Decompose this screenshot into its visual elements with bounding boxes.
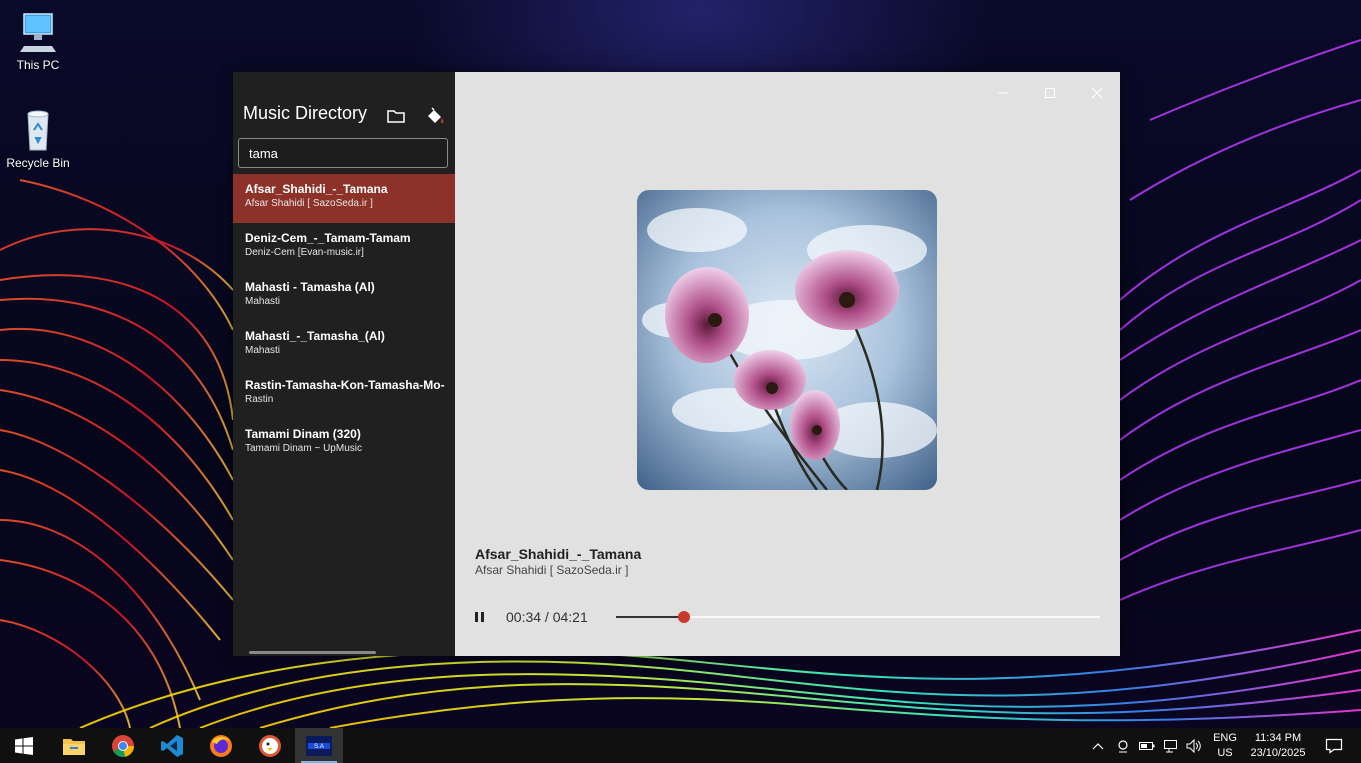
folder-icon bbox=[63, 738, 85, 755]
now-playing-panel: Afsar_Shahidi_-_Tamana Afsar Shahidi [ S… bbox=[455, 72, 1120, 656]
recycle-bin-icon bbox=[16, 108, 60, 152]
battery-icon bbox=[1139, 741, 1155, 750]
clock-time: 11:34 PM bbox=[1254, 732, 1302, 744]
music-directory-sidebar: Music Directory Afsar_Shahidi_-_Tamana A… bbox=[233, 72, 455, 656]
input-language-button[interactable]: ENG US bbox=[1206, 731, 1244, 761]
maximize-button[interactable] bbox=[1027, 78, 1073, 108]
song-artist: Mahasti bbox=[245, 296, 281, 307]
desktop-icon-this-pc[interactable]: This PC bbox=[0, 10, 76, 72]
song-list: Afsar_Shahidi_-_Tamana Afsar Shahidi [ S… bbox=[233, 174, 455, 468]
minimize-button[interactable] bbox=[980, 78, 1026, 108]
duckduckgo-icon bbox=[259, 734, 281, 757]
notification-icon bbox=[1325, 738, 1343, 754]
language-region: US bbox=[1217, 747, 1233, 759]
song-title: Tamami Dinam (320) bbox=[245, 427, 361, 441]
desktop-icon-recycle-bin[interactable]: Recycle Bin bbox=[0, 108, 76, 170]
song-list-item[interactable]: Rastin-Tamasha-Kon-Tamasha-Mo- Rastin bbox=[233, 370, 455, 419]
now-playing-title: Afsar_Shahidi_-_Tamana bbox=[475, 546, 642, 562]
clock-date: 23/10/2025 bbox=[1250, 747, 1306, 759]
paint-bucket-icon[interactable] bbox=[424, 105, 446, 127]
song-artist: Rastin bbox=[245, 394, 274, 405]
seek-thumb[interactable] bbox=[677, 611, 690, 623]
network-icon bbox=[1164, 739, 1177, 752]
duckduckgo-button[interactable] bbox=[246, 728, 294, 763]
webcam-icon bbox=[1118, 739, 1128, 752]
song-artist: Tamami Dinam ~ UpMusic bbox=[245, 443, 362, 454]
chrome-icon bbox=[112, 734, 134, 757]
sidebar-title: Music Directory bbox=[243, 103, 368, 123]
chevron-up-icon bbox=[1092, 742, 1104, 749]
music-app-button[interactable]: S.A bbox=[295, 728, 343, 763]
vscode-icon bbox=[161, 734, 183, 757]
song-list-item[interactable]: Afsar_Shahidi_-_Tamana Afsar Shahidi [ S… bbox=[233, 174, 455, 223]
seek-progress bbox=[616, 616, 684, 618]
file-explorer-button[interactable] bbox=[50, 728, 98, 763]
now-playing-artist: Afsar Shahidi [ SazoSeda.ir ] bbox=[475, 563, 629, 577]
song-list-item[interactable]: Mahasti - Tamasha (Al) Mahasti bbox=[233, 272, 455, 321]
song-artist: Deniz-Cem [Evan-music.ir] bbox=[245, 247, 364, 258]
folder-icon[interactable] bbox=[385, 105, 407, 127]
svg-text:S.A: S.A bbox=[314, 744, 324, 750]
song-list-item[interactable]: Mahasti_-_Tamasha_(Al) Mahasti bbox=[233, 321, 455, 370]
close-button[interactable] bbox=[1074, 78, 1120, 108]
chrome-button[interactable] bbox=[99, 728, 147, 763]
horizontal-scrollbar[interactable] bbox=[249, 651, 376, 654]
album-cover bbox=[637, 190, 937, 490]
windows-icon bbox=[15, 736, 33, 755]
vscode-button[interactable] bbox=[148, 728, 196, 763]
clock-button[interactable]: 11:34 PM 23/10/2025 bbox=[1247, 731, 1309, 761]
language-code: ENG bbox=[1213, 732, 1237, 744]
song-title: Mahasti - Tamasha (Al) bbox=[245, 280, 375, 294]
computer-icon bbox=[16, 10, 60, 54]
seek-slider[interactable] bbox=[616, 611, 1100, 623]
pause-button[interactable] bbox=[473, 610, 487, 624]
notifications-button[interactable] bbox=[1320, 728, 1348, 763]
song-title: Afsar_Shahidi_-_Tamana bbox=[245, 182, 388, 196]
taskbar: S.A ENG US 11:34 PM 23/10/2025 bbox=[0, 728, 1361, 763]
network-button[interactable] bbox=[1161, 728, 1181, 763]
song-title: Mahasti_-_Tamasha_(Al) bbox=[245, 329, 385, 343]
volume-button[interactable] bbox=[1184, 728, 1204, 763]
firefox-icon bbox=[210, 734, 232, 757]
desktop-icon-label: Recycle Bin bbox=[6, 156, 70, 170]
song-title: Deniz-Cem_-_Tamam-Tamam bbox=[245, 231, 411, 245]
playback-time: 00:34 / 04:21 bbox=[506, 609, 588, 625]
song-list-item[interactable]: Tamami Dinam (320) Tamami Dinam ~ UpMusi… bbox=[233, 419, 455, 468]
music-player-window: Music Directory Afsar_Shahidi_-_Tamana A… bbox=[233, 72, 1120, 656]
battery-button[interactable] bbox=[1137, 728, 1157, 763]
search-input[interactable] bbox=[238, 138, 448, 168]
desktop-icon-label: This PC bbox=[16, 58, 60, 72]
song-artist: Mahasti bbox=[245, 345, 281, 356]
song-title: Rastin-Tamasha-Kon-Tamasha-Mo- bbox=[245, 378, 445, 392]
show-hidden-icons-button[interactable] bbox=[1088, 728, 1108, 763]
speaker-icon bbox=[1186, 738, 1201, 753]
firefox-button[interactable] bbox=[197, 728, 245, 763]
song-artist: Afsar Shahidi [ SazoSeda.ir ] bbox=[245, 198, 373, 209]
song-list-item[interactable]: Deniz-Cem_-_Tamam-Tamam Deniz-Cem [Evan-… bbox=[233, 223, 455, 272]
tray-app-icon[interactable] bbox=[1113, 728, 1133, 763]
pause-icon bbox=[475, 612, 478, 622]
music-app-icon: S.A bbox=[306, 735, 332, 756]
start-button[interactable] bbox=[0, 728, 48, 763]
